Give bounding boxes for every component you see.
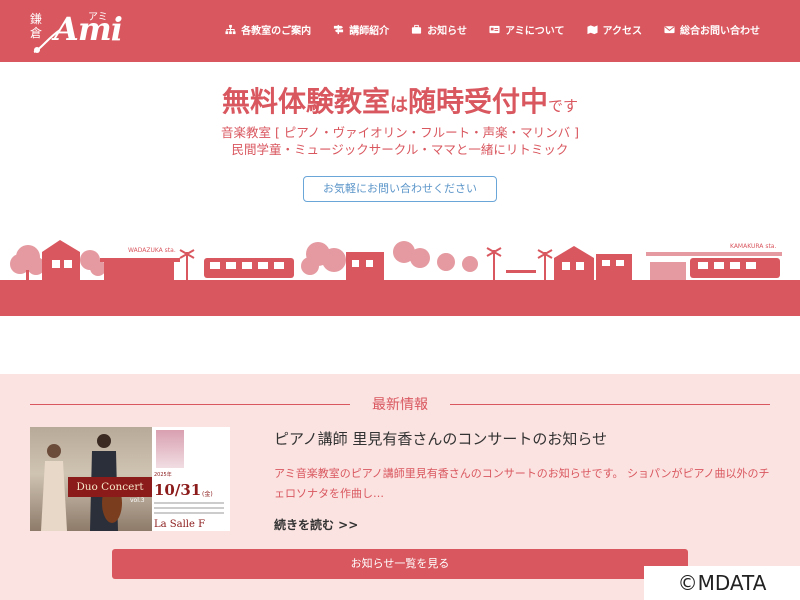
nav-item-news[interactable]: お知らせ [411,22,467,37]
id-card-icon [489,25,500,34]
nav-item-teachers[interactable]: 講師紹介 [333,22,389,37]
site-header: 鎌倉 Ami アミ 各教室のご案内 講師紹介 お知らせ アミについて アクセス [0,0,800,62]
watermark: ©MDATA [644,566,800,600]
map-icon [586,25,598,35]
nav-item-contact[interactable]: 総合お問い合わせ [664,22,760,37]
news-list-button[interactable]: お知らせ一覧を見る [112,549,688,579]
contact-button[interactable]: お気軽にお問い合わせください [303,176,497,202]
station-label-left: WADAZUKA sta. [128,247,176,254]
logo-kana: アミ [88,12,108,23]
nav-item-about[interactable]: アミについて [489,22,565,37]
concert-year: 2025年 [154,472,172,478]
town-illustration: WADAZUKA sta. KAMAKURA sta. [0,232,800,316]
main-nav: 各教室のご案内 講師紹介 お知らせ アミについて アクセス 総合お問い合わせ [225,22,760,37]
performer-portrait [156,430,184,468]
town-skyline-image: WADAZUKA sta. KAMAKURA sta. [0,240,800,316]
news-header: 最新情報 [30,394,770,414]
station-label-right: KAMAKURA sta. [730,243,776,250]
hero-title: 無料体験教室は随時受付中です [0,80,800,120]
hero-title-part3: 随時受付中 [407,85,548,118]
nav-label: アミについて [505,26,565,37]
envelope-icon [664,26,675,34]
hero-title-part1: 無料体験教室 [221,85,390,118]
concert-date: 10/31 [154,481,202,499]
nav-label: お知らせ [427,26,467,37]
nav-label: 各教室のご案内 [241,26,312,37]
sitemap-icon [225,24,236,35]
news-item-title[interactable]: ピアノ講師 里見有香さんのコンサートのお知らせ [274,428,607,449]
nav-label: 講師紹介 [349,26,390,37]
concert-venue: La Salle F [154,519,206,530]
nav-label: 総合お問い合わせ [680,26,760,37]
concert-banner: Duo Concert [68,477,152,497]
briefcase-icon [412,24,422,34]
read-more-link[interactable]: 続きを読む >> [274,516,358,533]
hero-title-part4: です [548,97,579,115]
concert-weekday: (金) [202,491,213,498]
flyer-details [154,502,224,517]
signpost-icon [334,24,344,35]
concert-volume: vol.3 [130,497,145,504]
pianist-figure-icon [41,444,67,531]
news-thumbnail[interactable]: Duo Concert vol.3 2025年 10/31 (金) La Sal… [30,427,230,531]
news-heading: 最新情報 [372,397,428,413]
nav-item-access[interactable]: アクセス [586,22,643,37]
news-item-excerpt: アミ音楽教室のピアノ講師里見有香さんのコンサートのお知らせです。 ショパンがピア… [274,467,770,500]
nav-label: アクセス [602,26,643,37]
nav-item-classrooms[interactable]: 各教室のご案内 [225,22,311,37]
hero-title-part2: は [389,95,408,116]
site-logo[interactable]: 鎌倉 Ami アミ [30,6,140,56]
hero-subtitle-programs: 民間学童・ミュージックサークル・ママと一緒にリトミック [231,142,569,157]
